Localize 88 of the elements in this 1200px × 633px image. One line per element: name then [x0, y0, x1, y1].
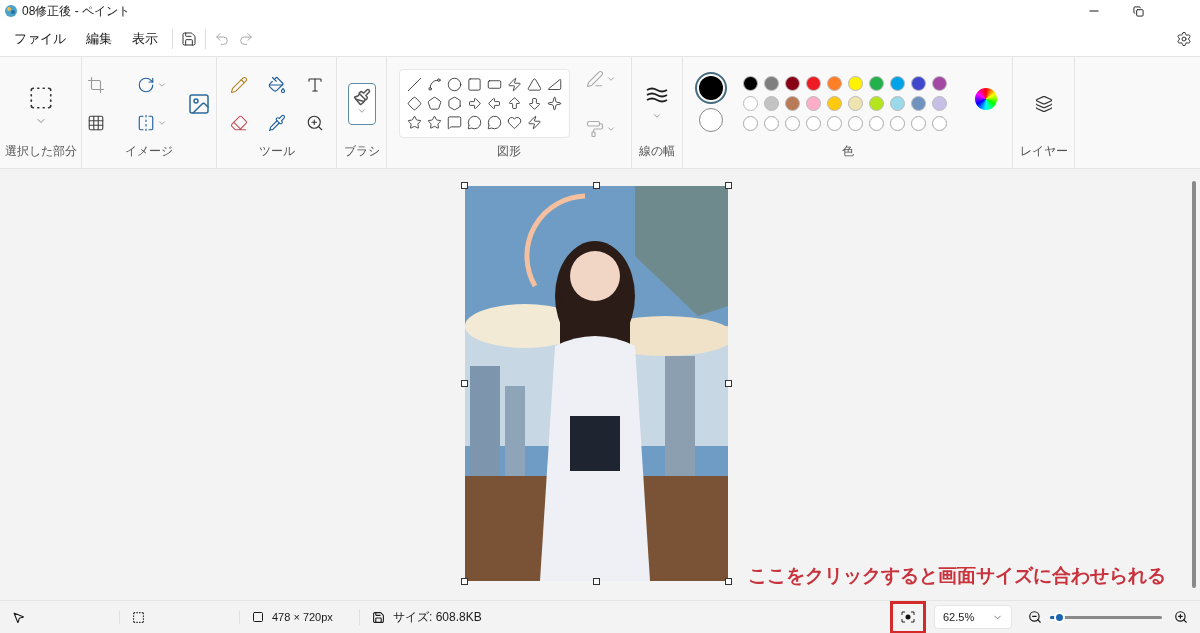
resize-handle[interactable] — [724, 380, 732, 387]
rectangle-icon[interactable] — [465, 76, 483, 93]
empty-swatch[interactable] — [931, 115, 947, 131]
resize-handle[interactable] — [460, 182, 468, 189]
color-swatch[interactable] — [910, 75, 926, 91]
secondary-color[interactable] — [698, 107, 723, 132]
triangle-icon[interactable] — [525, 76, 543, 93]
menu-item[interactable]: ファイル — [4, 29, 76, 49]
canvas-size-icon — [252, 611, 264, 623]
menu-item[interactable]: 編集 — [76, 29, 122, 49]
resize-handle[interactable] — [592, 182, 600, 189]
rectangle-callout-icon[interactable] — [445, 114, 463, 131]
color-swatch[interactable] — [784, 95, 800, 111]
color-swatch[interactable] — [847, 75, 863, 91]
zoom-dropdown[interactable]: 62.5% — [934, 605, 1012, 629]
group-label: 線の幅 — [639, 143, 675, 160]
group-label: ツール — [258, 143, 295, 160]
four-point-star-icon[interactable] — [545, 95, 563, 112]
color-swatch[interactable] — [826, 95, 842, 111]
curve-icon[interactable] — [425, 76, 443, 93]
group-label: 選択した部分 — [4, 143, 77, 160]
group-label: 色 — [841, 143, 854, 160]
oval-icon[interactable] — [445, 76, 463, 93]
primary-color[interactable] — [698, 75, 723, 100]
hexagon-icon[interactable] — [445, 95, 463, 112]
empty-swatch[interactable] — [826, 115, 842, 131]
flip-icon[interactable] — [137, 113, 155, 132]
color-swatch[interactable] — [868, 95, 884, 111]
color-swatch[interactable] — [826, 75, 842, 91]
heart-icon[interactable] — [505, 114, 523, 131]
file-size-icon — [372, 610, 385, 624]
empty-swatch[interactable] — [763, 115, 779, 131]
right-triangle-icon[interactable] — [545, 76, 563, 93]
resize-handle[interactable] — [460, 578, 468, 585]
app-icon — [4, 4, 18, 18]
empty-swatch[interactable] — [742, 115, 758, 131]
resize-handle[interactable] — [592, 578, 600, 585]
group-label: レイヤー — [1019, 143, 1068, 160]
color-swatch[interactable] — [889, 95, 905, 111]
color-swatch[interactable] — [742, 75, 758, 91]
edit-colors-icon[interactable] — [974, 87, 997, 110]
file-size: サイズ: 608.8KB — [393, 609, 482, 626]
color-swatch[interactable] — [763, 75, 779, 91]
color-swatch[interactable] — [868, 75, 884, 91]
diamond-icon[interactable] — [405, 95, 423, 112]
empty-swatch[interactable] — [910, 115, 926, 131]
color-swatch[interactable] — [763, 95, 779, 111]
group-label: イメージ — [125, 143, 173, 160]
star-icon[interactable] — [405, 114, 423, 131]
empty-swatch[interactable] — [868, 115, 884, 131]
line-icon[interactable] — [405, 76, 423, 93]
group-label: ブラシ — [343, 143, 380, 160]
pointer-icon — [12, 610, 25, 624]
empty-swatch[interactable] — [847, 115, 863, 131]
scrollbar[interactable] — [1192, 181, 1196, 588]
color-swatch[interactable] — [847, 95, 863, 111]
line-width-icon[interactable] — [646, 86, 668, 103]
menu-item[interactable]: 表示 — [122, 29, 168, 49]
empty-swatch[interactable] — [889, 115, 905, 131]
brush-icon — [352, 87, 371, 106]
canvas-size: 478 × 720px — [272, 609, 333, 625]
zoom-in-icon[interactable] — [1174, 610, 1188, 624]
color-swatch[interactable] — [805, 75, 821, 91]
group-label: 図形 — [497, 143, 521, 160]
color-swatch[interactable] — [910, 95, 926, 111]
resize-handle[interactable] — [724, 578, 732, 585]
resize-handle[interactable] — [724, 182, 732, 189]
pentagon-icon[interactable] — [425, 95, 443, 112]
resize-handle[interactable] — [460, 380, 468, 387]
annotation-text: ここをクリックすると画面サイズに合わせられる — [748, 563, 1166, 588]
lightning-icon[interactable] — [525, 114, 543, 131]
color-swatch[interactable] — [784, 75, 800, 91]
color-swatch[interactable] — [805, 95, 821, 111]
empty-swatch[interactable] — [805, 115, 821, 131]
zoom-out-icon[interactable] — [1028, 610, 1042, 624]
oval-callout-icon[interactable] — [465, 114, 483, 131]
brush-button[interactable] — [347, 82, 376, 125]
restore-icon[interactable] — [1132, 5, 1144, 17]
fit-icon — [901, 611, 915, 623]
left-arrow-icon[interactable] — [485, 95, 503, 112]
color-swatch[interactable] — [931, 75, 947, 91]
empty-swatch[interactable] — [784, 115, 800, 131]
color-swatch[interactable] — [742, 95, 758, 111]
color-swatch[interactable] — [889, 75, 905, 91]
color-swatch[interactable] — [931, 95, 947, 111]
window-title: 08修正後 - ペイント — [22, 3, 130, 20]
selection-size-icon — [132, 610, 145, 624]
rotate-icon[interactable] — [137, 75, 155, 94]
